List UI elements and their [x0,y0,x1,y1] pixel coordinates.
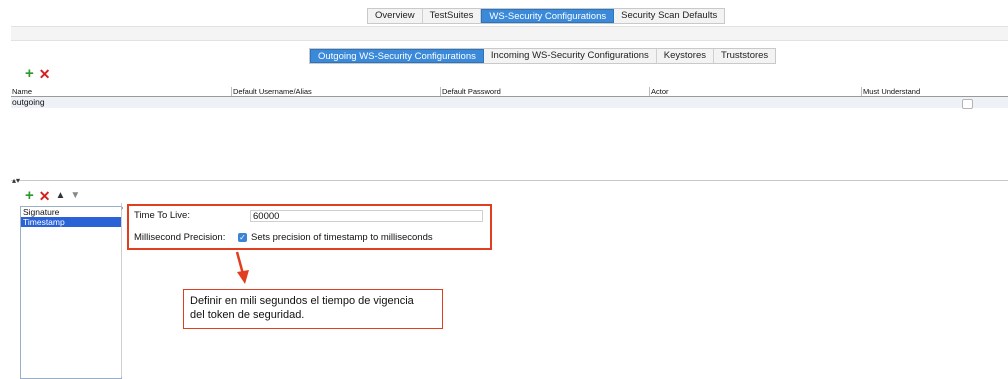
annotation-line-2: del token de seguridad. [190,309,305,321]
column-name[interactable]: Name [11,87,232,96]
checkmark-icon: ✓ [239,233,246,242]
column-default-password[interactable]: Default Password [441,87,650,96]
top-tab-bar: Overview TestSuites WS-Security Configur… [367,8,726,24]
delete-x-icon[interactable]: ✕ [39,67,51,81]
row-name-cell: outgoing [12,97,45,107]
vertical-splitter[interactable] [121,203,122,377]
red-arrow-icon [235,251,249,284]
splitter-arrows-icon[interactable]: ▴▾ [12,176,20,186]
tab-outgoing-ws-security[interactable]: Outgoing WS-Security Configurations [310,49,484,63]
tab-keystores[interactable]: Keystores [657,49,715,63]
tab-ws-security-configurations[interactable]: WS-Security Configurations [481,9,615,23]
move-down-icon[interactable]: ▼ [70,191,80,201]
ttl-label: Time To Live: [134,210,190,221]
plus-icon[interactable]: + [25,66,34,81]
tab-incoming-ws-security[interactable]: Incoming WS-Security Configurations [484,49,657,63]
delete-x-icon[interactable]: ✕ [39,189,51,203]
plus-icon[interactable]: + [25,188,34,203]
annotation-line-1: Definir en mili segundos el tiempo de vi… [190,295,414,307]
list-item-timestamp[interactable]: Timestamp [21,217,121,227]
collapse-arrow-icon[interactable]: › [121,205,123,212]
precision-checkbox[interactable]: ✓ [238,233,247,242]
entry-toolbar: + ✕ ▲ ▼ [25,188,80,203]
tab-security-scan-defaults[interactable]: Security Scan Defaults [614,9,724,23]
tab-truststores[interactable]: Truststores [714,49,775,63]
column-must-understand[interactable]: Must Understand [862,87,1008,96]
list-item-signature[interactable]: Signature [21,207,121,217]
config-toolbar: + ✕ [25,66,51,81]
annotation-note: Definir en mili segundos el tiempo de vi… [183,289,443,329]
column-default-username[interactable]: Default Username/Alias [232,87,441,96]
config-table-body [11,96,1008,181]
tab-overview[interactable]: Overview [368,9,423,23]
toolbar-band [11,26,1008,41]
precision-checkbox-label: Sets precision of timestamp to milliseco… [251,232,433,243]
wss-entry-list: Signature Timestamp [20,206,122,379]
precision-label: Millisecond Precision: [134,232,226,243]
sub-tab-bar: Outgoing WS-Security Configurations Inco… [309,48,777,64]
must-understand-checkbox[interactable] [962,99,973,109]
column-actor[interactable]: Actor [650,87,862,96]
ttl-input[interactable]: 60000 [250,210,483,222]
move-up-icon[interactable]: ▲ [56,191,66,201]
table-row[interactable]: outgoing [11,97,1008,108]
tab-testsuites[interactable]: TestSuites [423,9,482,23]
